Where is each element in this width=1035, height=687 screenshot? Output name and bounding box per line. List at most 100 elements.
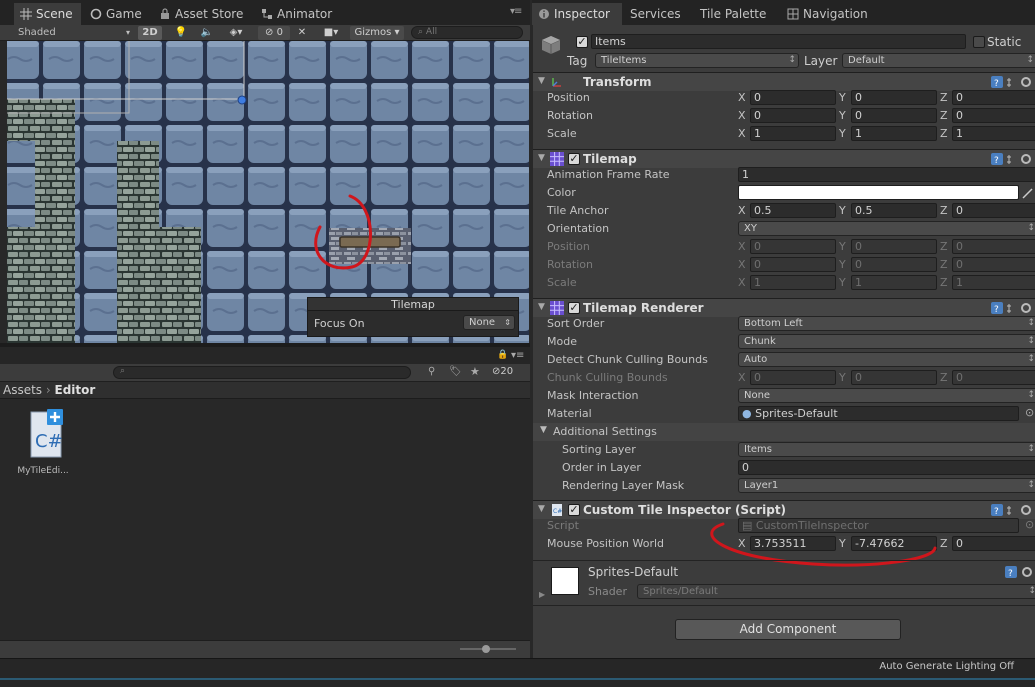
material-field[interactable]: ● Sprites-Default [738,406,1019,421]
chunk-culling-y-field: 0 [851,370,937,385]
static-checkbox[interactable] [973,36,985,48]
position-x-field[interactable]: 0 [750,90,836,105]
project-bottom-bar [0,640,530,658]
frame-rate-row: Animation Frame Rate 1 [533,166,1035,184]
mode-dropdown[interactable]: Chunk [738,334,1035,349]
anchor-y-field[interactable]: 0.5 [851,203,937,218]
filter-by-type-icon[interactable]: ⚲ [428,366,435,377]
script-enabled-checkbox[interactable]: ✓ [568,504,580,516]
2d-mode-toggle[interactable]: 2D [138,26,162,40]
sorting-layer-dropdown[interactable]: Items [738,442,1035,457]
tab-tile-palette[interactable]: Tile Palette [694,3,774,25]
tab-navigation-label: Navigation [803,7,868,21]
tab-animator[interactable]: Animator [255,3,340,25]
layer-dropdown[interactable]: Default [842,53,1035,68]
tab-navigation[interactable]: Navigation [781,3,876,25]
rendering-layer-mask-dropdown[interactable]: Layer1 [738,478,1035,493]
rotation-z-field[interactable]: 0 [952,108,1035,123]
tab-scene-label: Scene [36,7,73,21]
position-z-field[interactable]: 0 [952,90,1035,105]
scale-z-field[interactable]: 1 [952,126,1035,141]
scene-search-placeholder: All [425,27,438,37]
csharp-script-icon: C# [552,504,562,516]
y-axis-label: Y [839,258,846,271]
order-in-layer-field[interactable]: 0 [738,460,1035,475]
tab-services[interactable]: Services [624,3,689,25]
tab-asset-store[interactable]: Asset Store [153,3,251,25]
scene-viewport[interactable]: Tilemap Focus On None ⇕ [7,41,529,343]
tilemap-renderer-enabled-checkbox[interactable]: ✓ [568,302,580,314]
additional-settings-foldout[interactable]: ▼ Additional Settings [533,423,1035,441]
tilemap-scale-row: Scale X 1 Y 1 Z 1 [533,274,1035,292]
object-name-input[interactable]: Items [591,34,966,49]
anchor-z-field[interactable]: 0 [952,203,1035,218]
hidden-objects-toggle[interactable]: ⊘ 0 [258,26,290,40]
scale-y-field[interactable]: 1 [851,126,937,141]
script-label: Script [547,519,579,532]
anchor-x-field[interactable]: 0.5 [750,203,836,218]
scale-x-field[interactable]: 1 [750,126,836,141]
rotation-x-field[interactable]: 0 [750,108,836,123]
foldout-arrow-icon: ▼ [540,425,547,435]
color-swatch-field[interactable] [738,185,1019,200]
component-settings-icons[interactable]: ? [991,76,1033,89]
camera-dropdown-icon[interactable]: ■▾ [320,26,342,40]
slider-thumb[interactable] [482,645,490,653]
detect-culling-label: Detect Chunk Culling Bounds [547,353,708,366]
tab-inspector-label: Inspector [554,7,610,21]
tilemap-enabled-checkbox[interactable]: ✓ [568,153,580,165]
object-picker-icon[interactable]: ⊙ [1025,406,1034,419]
mouse-z-field[interactable]: 0 [952,536,1035,551]
component-settings-icons[interactable]: ? [991,302,1033,315]
project-panel-menu-icon[interactable]: ▾≡ [511,350,524,361]
icon-size-slider[interactable] [460,645,516,653]
filter-by-label-icon[interactable]: 🏷 [449,366,462,377]
lighting-toggle-icon[interactable]: 💡 [172,26,190,40]
breadcrumb-editor[interactable]: Editor [55,383,96,397]
mode-row: Mode Chunk [533,333,1035,351]
add-component-button[interactable]: Add Component [675,619,901,640]
x-axis-label: X [738,204,746,217]
position-y-field[interactable]: 0 [851,90,937,105]
shading-mode-dropdown[interactable]: Shaded ▾ [14,26,132,40]
tilemap-rotation-y-field: 0 [851,257,937,272]
static-label: Static [987,35,1022,49]
favorites-icon[interactable]: ★ [470,365,480,378]
order-in-layer-label: Order in Layer [562,461,641,474]
rendering-layer-mask-label: Rendering Layer Mask [562,479,685,492]
tab-game[interactable]: Game [84,3,150,25]
sort-order-dropdown[interactable]: Bottom Left [738,316,1035,331]
scene-search-input[interactable]: ⌕ All [411,26,523,39]
tilemap-overlay-title: Tilemap [308,298,518,311]
lighting-status-text[interactable]: Auto Generate Lighting Off [879,661,1014,672]
tag-dropdown[interactable]: TileItems [595,53,799,68]
active-checkbox[interactable]: ✓ [576,36,588,48]
gizmos-dropdown[interactable]: Gizmos ▾ [350,26,404,40]
breadcrumb-assets[interactable]: Assets [3,383,42,397]
scene-panel-menu-icon[interactable]: ▾≡ [510,6,522,17]
eyedropper-icon[interactable] [1021,186,1035,200]
tools-icon[interactable]: ✕ [294,26,310,40]
frame-rate-field[interactable]: 1 [738,167,1035,182]
audio-toggle-icon[interactable]: 🔈 [198,26,216,40]
hidden-packages-toggle[interactable]: ⊘20 [492,366,513,377]
foldout-arrow-icon[interactable]: ▶ [539,590,545,599]
tab-scene[interactable]: Scene [14,3,81,25]
component-settings-icons[interactable]: ? [991,504,1033,517]
mask-interaction-dropdown[interactable]: None [738,388,1035,403]
tab-inspector[interactable]: Inspector [532,3,622,25]
rotation-y-field[interactable]: 0 [851,108,937,123]
lock-icon[interactable]: 🔒 [497,350,508,360]
component-settings-icons[interactable]: ? [991,153,1033,166]
project-search-input[interactable]: ⌕ [113,366,411,379]
z-axis-label: Z [940,371,948,384]
material-settings-icons[interactable]: ? [991,566,1033,579]
tilemap-rotation-row: Rotation X 0 Y 0 Z 0 [533,256,1035,274]
z-axis-label: Z [940,276,948,289]
shading-mode-value: Shaded [18,27,56,38]
asset-item[interactable]: C# MyTileEdi... [14,409,72,476]
focus-on-dropdown[interactable]: None ⇕ [463,315,515,330]
effects-dropdown-icon[interactable]: ◈▾ [224,26,248,40]
detect-culling-dropdown[interactable]: Auto [738,352,1035,367]
orientation-dropdown[interactable]: XY [738,221,1035,236]
